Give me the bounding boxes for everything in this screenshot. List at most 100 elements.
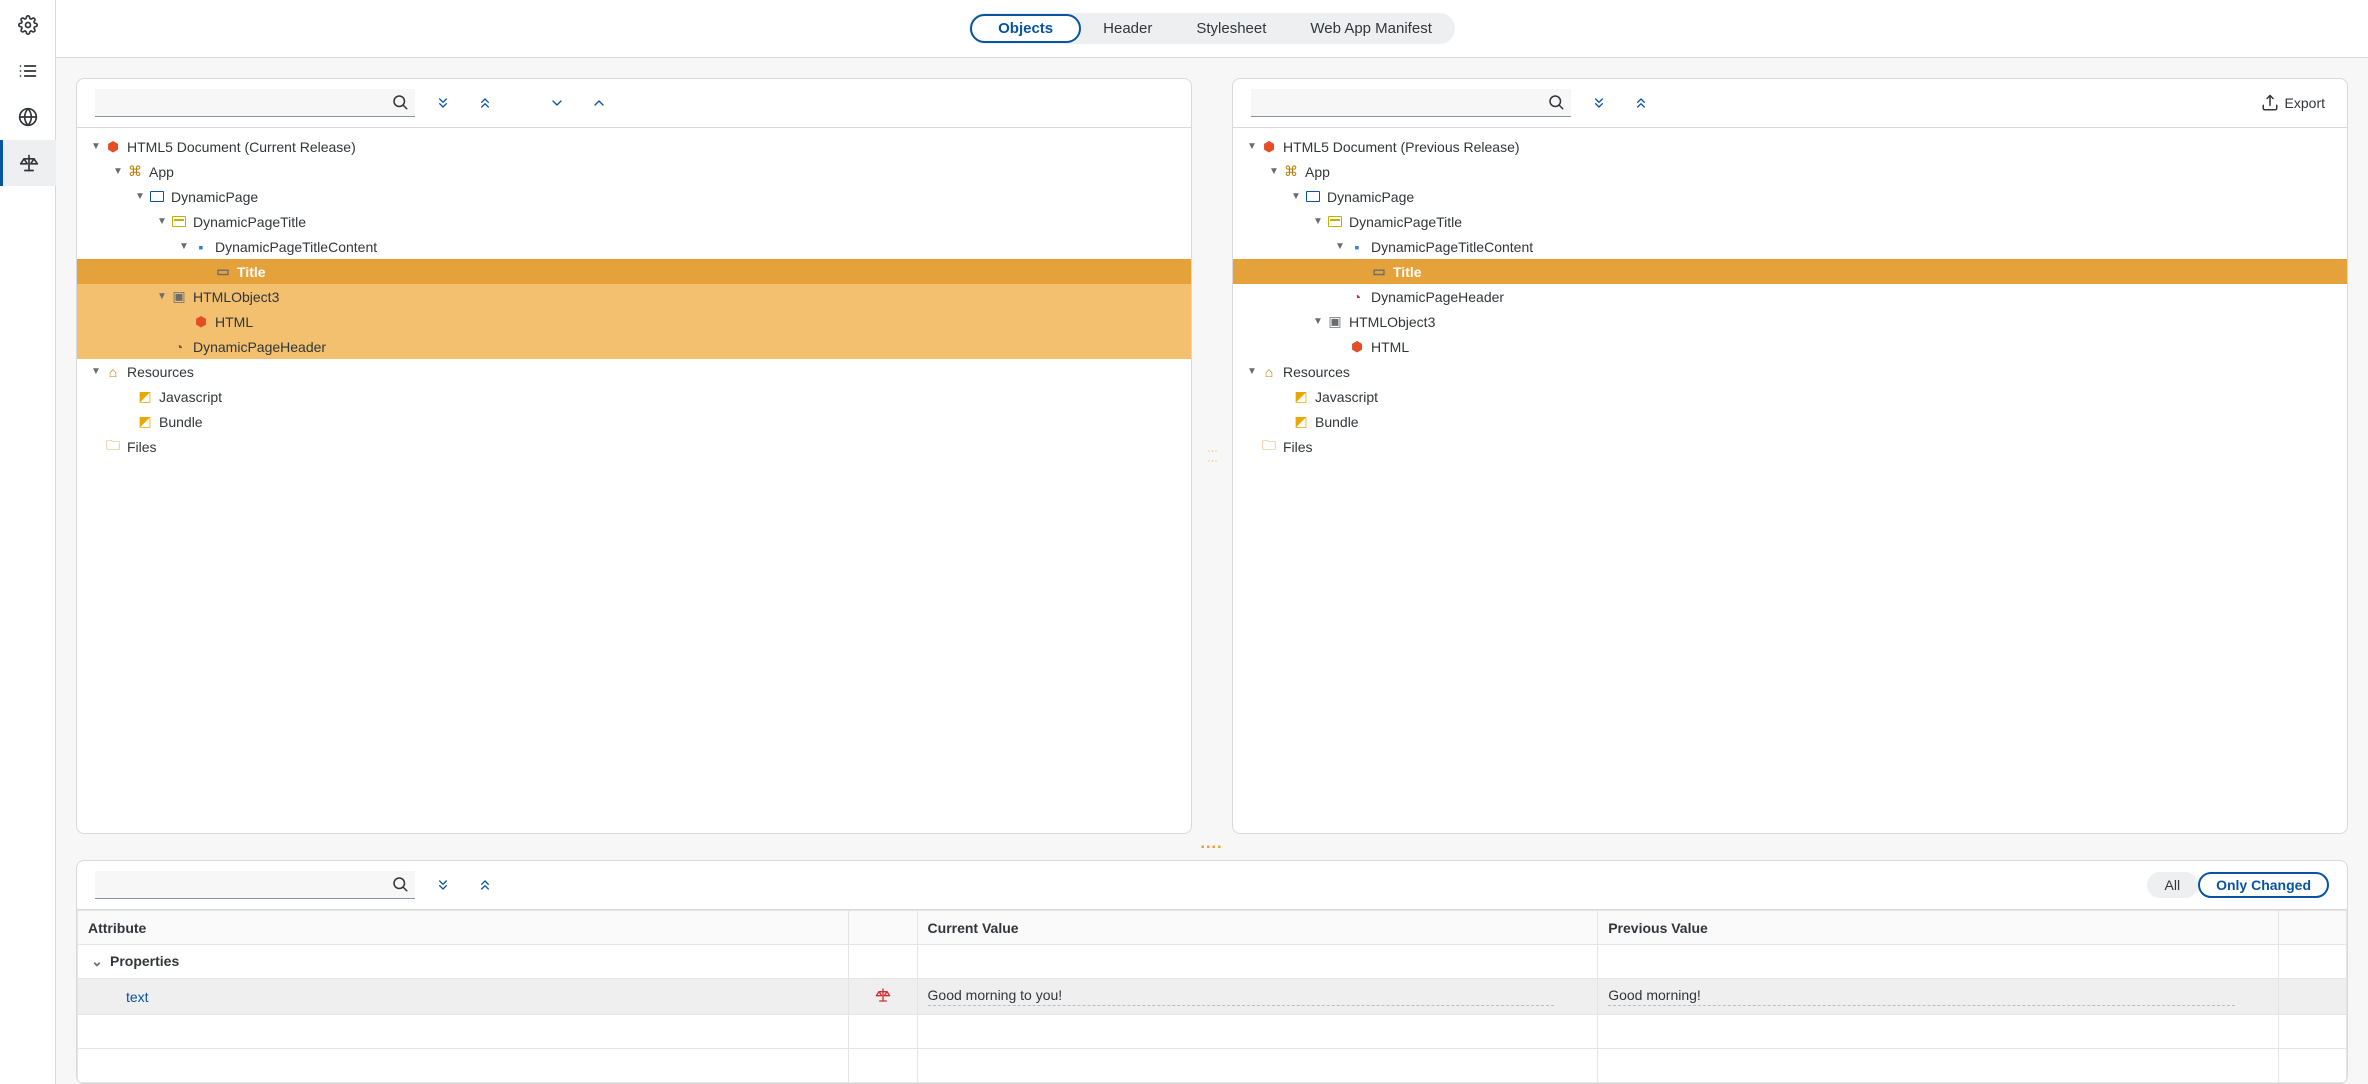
- resources-icon: ⌂: [105, 364, 121, 380]
- search-input-previous[interactable]: [1251, 89, 1571, 117]
- tree-node-html[interactable]: ⬢HTML: [1233, 334, 2347, 359]
- tree-node-html[interactable]: ⬢HTML: [77, 309, 1191, 334]
- globe-icon: [18, 107, 38, 127]
- export-icon: [2261, 94, 2279, 112]
- title-icon: [1327, 214, 1343, 230]
- tree-node-bundle[interactable]: ◩Bundle: [77, 409, 1191, 434]
- tab-stylesheet[interactable]: Stylesheet: [1174, 14, 1288, 43]
- tree-node-dynamicpageheader[interactable]: ◔DynamicPageHeader: [1233, 284, 2347, 309]
- object-icon: ▣: [1327, 314, 1343, 330]
- collapse-all-button[interactable]: [471, 871, 499, 899]
- export-button[interactable]: Export: [2257, 94, 2329, 112]
- text-icon: ▭: [1371, 264, 1387, 280]
- tree-node-app[interactable]: ▼⌘App: [1233, 159, 2347, 184]
- html5-icon: ⬢: [193, 314, 209, 330]
- tree-node-title[interactable]: ▭Title: [1233, 259, 2347, 284]
- expand-all-button[interactable]: [429, 871, 457, 899]
- settings-button[interactable]: [0, 2, 56, 48]
- left-rail: [0, 0, 56, 1084]
- horizontal-splitter[interactable]: ▪▪▪▪: [76, 842, 2348, 852]
- app-icon: ⌘: [1283, 164, 1299, 180]
- tab-objects[interactable]: Objects: [970, 14, 1081, 43]
- object-icon: ▣: [171, 289, 187, 305]
- header-icon: ◔: [171, 339, 187, 355]
- page-icon: [1305, 189, 1321, 205]
- search-attributes[interactable]: [95, 871, 415, 899]
- attributes-table: Attribute Current Value Previous Value ⌄…: [77, 910, 2347, 1083]
- js-icon: ◩: [137, 414, 153, 430]
- files-icon: 🗀: [105, 439, 121, 455]
- text-icon: ▭: [215, 264, 231, 280]
- expand-all-button[interactable]: [429, 89, 457, 117]
- col-attribute: Attribute: [78, 911, 849, 945]
- title-icon: [171, 214, 187, 230]
- search-input-current[interactable]: [95, 89, 415, 117]
- app-icon: ⌘: [127, 164, 143, 180]
- attributes-panel: All Only Changed Attribute Current Value…: [76, 860, 2348, 1084]
- tree-node-files[interactable]: 🗀Files: [77, 434, 1191, 459]
- tree-node-bundle[interactable]: ◩Bundle: [1233, 409, 2347, 434]
- main-area: Objects Header Stylesheet Web App Manife…: [56, 0, 2368, 1084]
- collapse-all-button[interactable]: [1627, 89, 1655, 117]
- collapse-all-button[interactable]: [471, 89, 499, 117]
- col-current: Current Value: [917, 911, 1598, 945]
- files-icon: 🗀: [1261, 439, 1277, 455]
- tree-node-dynamicpage[interactable]: ▼DynamicPage: [1233, 184, 2347, 209]
- tree-previous: ▼⬢HTML5 Document (Previous Release) ▼⌘Ap…: [1233, 128, 2347, 833]
- tab-header[interactable]: Header: [1081, 14, 1174, 43]
- tree-current: ▼⬢HTML5 Document (Current Release) ▼⌘App…: [77, 128, 1191, 833]
- list-button[interactable]: [0, 48, 56, 94]
- attr-name: text: [78, 979, 849, 1015]
- tree-node-dynamicpagetitle[interactable]: ▼DynamicPageTitle: [1233, 209, 2347, 234]
- col-previous: Previous Value: [1598, 911, 2279, 945]
- header-icon: ◔: [1349, 289, 1365, 305]
- filter-toggle: All Only Changed: [2147, 872, 2329, 898]
- content-icon: ▪: [193, 239, 209, 255]
- search-input-attributes[interactable]: [95, 871, 415, 899]
- tree-node-dynamicpage[interactable]: ▼DynamicPage: [77, 184, 1191, 209]
- tree-node-resources[interactable]: ▼⌂Resources: [77, 359, 1191, 384]
- filter-only-changed[interactable]: Only Changed: [2198, 872, 2329, 898]
- tree-node-title[interactable]: ▭Title: [77, 259, 1191, 284]
- expand-all-button[interactable]: [1585, 89, 1613, 117]
- expand-button[interactable]: [543, 89, 571, 117]
- search-icon: [391, 93, 409, 114]
- filter-all[interactable]: All: [2147, 872, 2199, 898]
- html5-icon: ⬢: [105, 139, 121, 155]
- table-row-empty: [78, 1049, 2347, 1083]
- export-label: Export: [2285, 95, 2325, 111]
- tree-node-javascript[interactable]: ◩Javascript: [1233, 384, 2347, 409]
- group-label: Properties: [110, 953, 179, 969]
- tree-node-dynamicpagetitle[interactable]: ▼DynamicPageTitle: [77, 209, 1191, 234]
- tab-manifest[interactable]: Web App Manifest: [1288, 14, 1453, 43]
- resources-icon: ⌂: [1261, 364, 1277, 380]
- search-icon: [1547, 93, 1565, 114]
- tree-node-htmlobject3[interactable]: ▼▣HTMLObject3: [1233, 309, 2347, 334]
- html5-icon: ⬢: [1261, 139, 1277, 155]
- tree-node-app[interactable]: ▼⌘App: [77, 159, 1191, 184]
- table-row-empty: [78, 1015, 2347, 1049]
- globe-button[interactable]: [0, 94, 56, 140]
- tree-node-root[interactable]: ▼⬢HTML5 Document (Previous Release): [1233, 134, 2347, 159]
- tree-node-root[interactable]: ▼⬢HTML5 Document (Current Release): [77, 134, 1191, 159]
- search-previous[interactable]: [1251, 89, 1571, 117]
- previous-release-panel: Export ▼⬢HTML5 Document (Previous Releas…: [1232, 78, 2348, 834]
- search-current[interactable]: [95, 89, 415, 117]
- collapse-button[interactable]: [585, 89, 613, 117]
- tree-node-titlecontent[interactable]: ▼▪DynamicPageTitleContent: [1233, 234, 2347, 259]
- tree-node-files[interactable]: 🗀Files: [1233, 434, 2347, 459]
- current-release-panel: ▼⬢HTML5 Document (Current Release) ▼⌘App…: [76, 78, 1192, 834]
- html5-icon: ⬢: [1349, 339, 1365, 355]
- tree-node-javascript[interactable]: ◩Javascript: [77, 384, 1191, 409]
- tree-node-titlecontent[interactable]: ▼▪DynamicPageTitleContent: [77, 234, 1191, 259]
- tree-node-htmlobject3[interactable]: ▼▣HTMLObject3: [77, 284, 1191, 309]
- tree-node-resources[interactable]: ▼⌂Resources: [1233, 359, 2347, 384]
- col-spacer: [2278, 911, 2346, 945]
- gear-icon: [18, 15, 38, 35]
- vertical-splitter[interactable]: ⋮⋮: [1206, 78, 1218, 834]
- compare-button[interactable]: [0, 140, 56, 186]
- table-row[interactable]: text Good morning to you! Good morning!: [78, 979, 2347, 1015]
- page-icon: [149, 189, 165, 205]
- table-group-row[interactable]: ⌄Properties: [78, 945, 2347, 979]
- tree-node-dynamicpageheader[interactable]: ◔DynamicPageHeader: [77, 334, 1191, 359]
